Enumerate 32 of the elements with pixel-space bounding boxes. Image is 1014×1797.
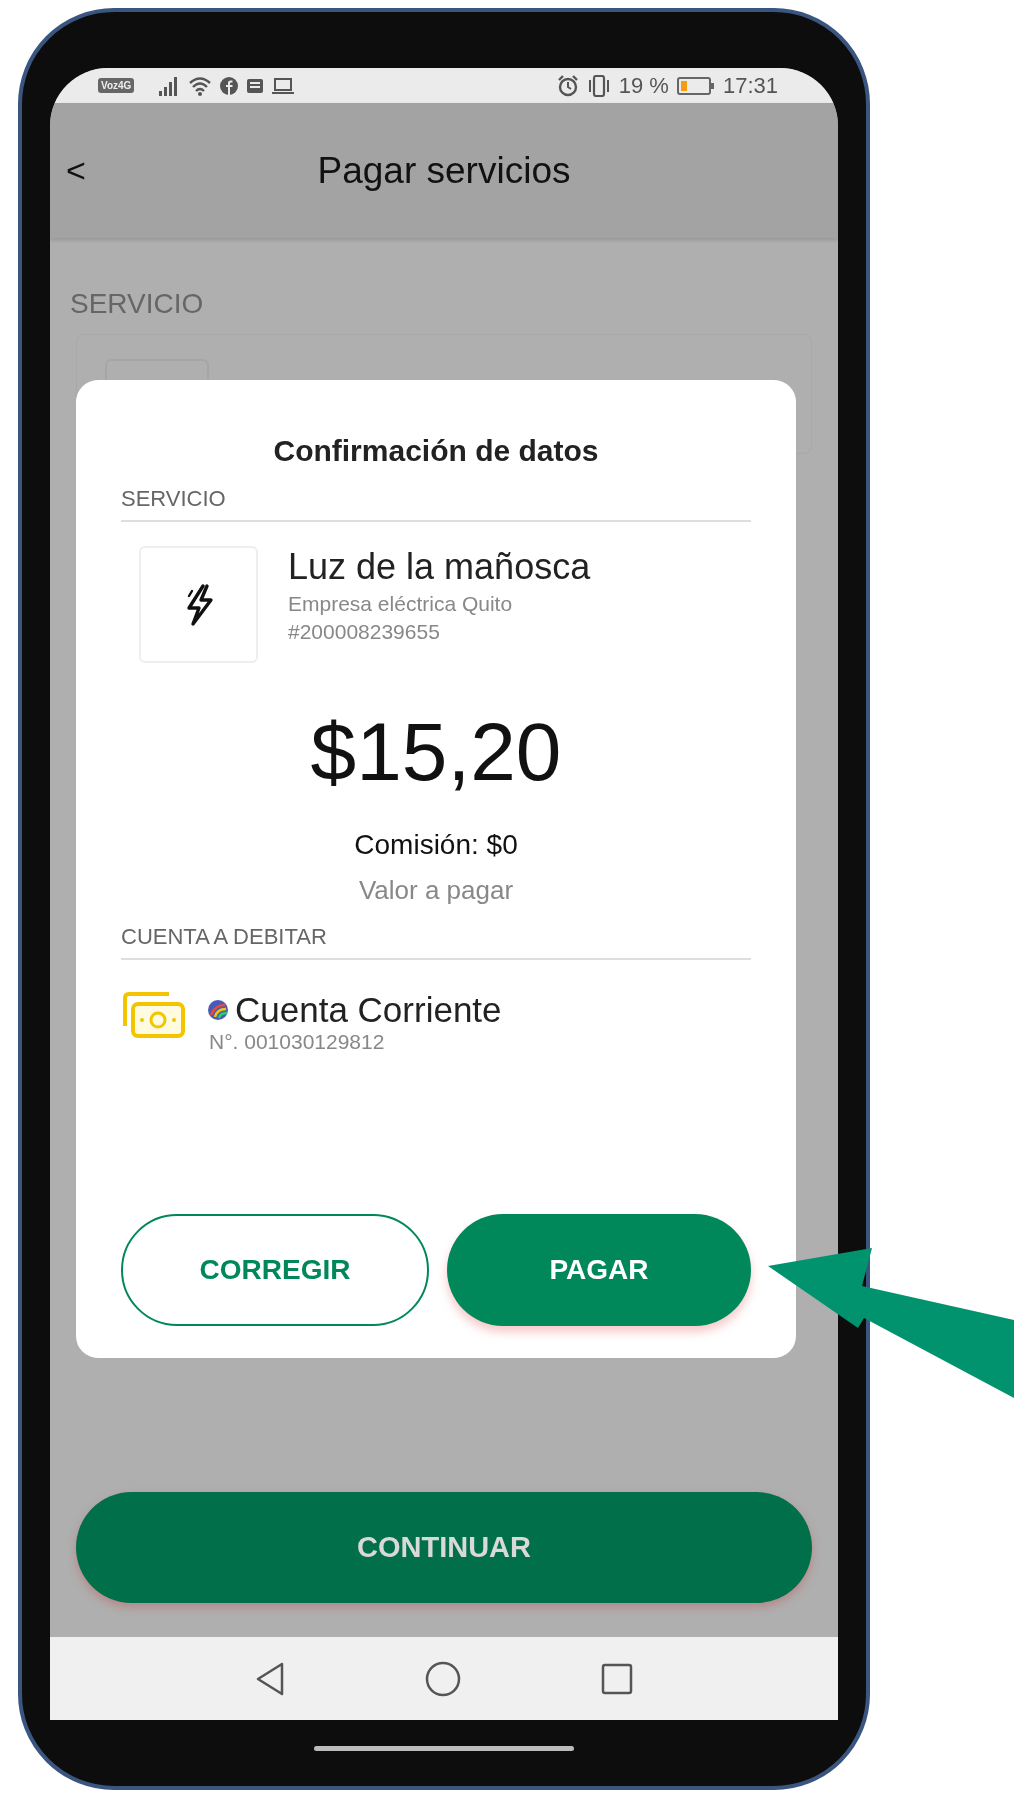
money-icon (121, 990, 187, 1040)
dialog-title: Confirmación de datos (272, 434, 600, 468)
contract-number: #200008239655 (288, 620, 441, 644)
pay-button[interactable]: PAGAR (447, 1214, 751, 1326)
back-triangle-icon[interactable] (255, 1661, 285, 1696)
facebook-icon (220, 76, 239, 95)
home-circle-icon[interactable] (425, 1660, 461, 1697)
vibrate-icon (586, 74, 611, 97)
amount-caption: Valor a pagar (357, 875, 515, 906)
back-button[interactable]: < (58, 147, 94, 194)
battery-icon (676, 75, 715, 96)
screen-title: Pagar servicios (317, 149, 571, 192)
company-name: Empresa eléctrica Quito (288, 592, 514, 616)
section-label: SERVICIO (121, 486, 751, 522)
section-label: SERVICIO (70, 288, 205, 320)
wifi-icon (188, 75, 213, 96)
clock-time: 17:31 (722, 72, 778, 99)
section-label: CUENTA A DEBITAR (121, 924, 751, 960)
alarm-icon (556, 74, 579, 97)
continue-button[interactable]: CONTINUAR (76, 1492, 812, 1603)
payment-amount: $15,20 (309, 705, 563, 799)
account-name: Cuenta Corriente (235, 990, 502, 1030)
laptop-icon (272, 76, 295, 95)
commission-text: Comisión: $0 (353, 829, 519, 861)
correct-button[interactable]: CORREGIR (121, 1214, 429, 1326)
service-name: Luz de la mañosca (288, 546, 591, 588)
battery-percent: 19 % (618, 72, 669, 99)
news-icon (246, 77, 265, 94)
recents-square-icon[interactable] (601, 1662, 633, 1695)
account-number: N°. 001030129812 (209, 1030, 386, 1054)
bank-logo-icon (207, 999, 229, 1021)
carrier-badge: Voz4G (98, 78, 135, 93)
